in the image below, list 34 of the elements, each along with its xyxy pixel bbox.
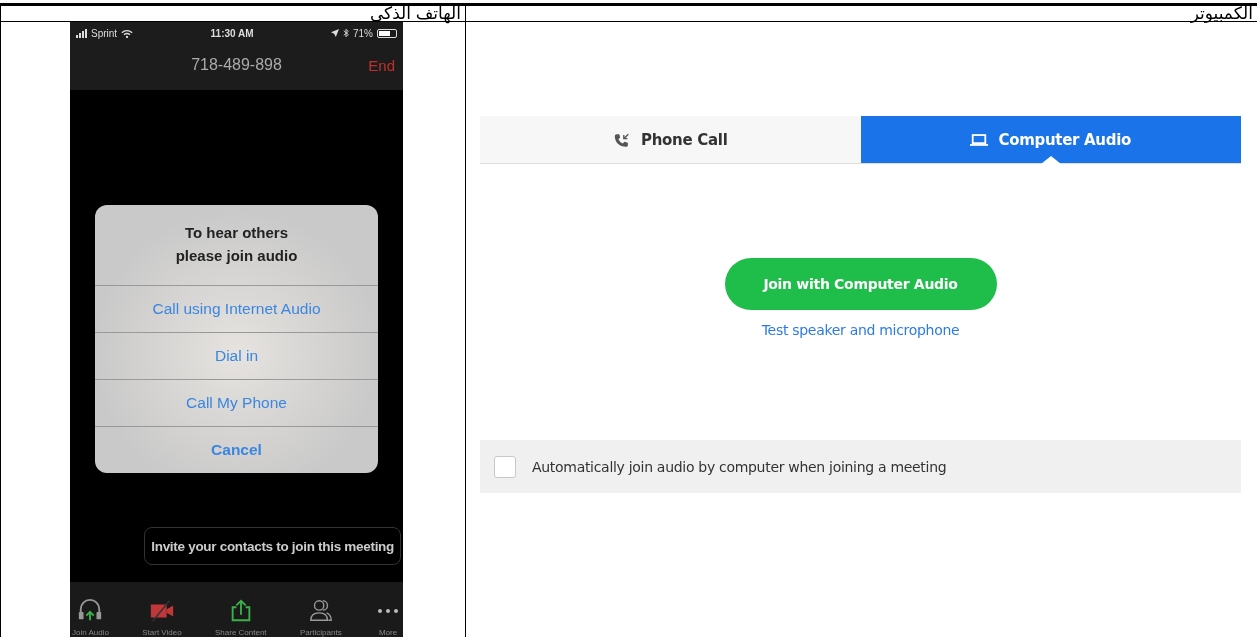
end-button[interactable]: End: [368, 56, 395, 74]
alert-option[interactable]: Dial in: [95, 333, 378, 380]
alert-option[interactable]: Cancel: [95, 427, 378, 473]
wifi-icon: [121, 28, 134, 38]
battery-percent: 71%: [353, 27, 373, 39]
location-arrow-icon: [331, 29, 339, 37]
bluetooth-icon: [343, 28, 349, 38]
status-time: 11:30 AM: [210, 27, 254, 39]
alert-option[interactable]: Call using Internet Audio: [95, 286, 378, 333]
carrier-name: Sprint: [91, 27, 118, 39]
toolbar-button[interactable]: Start Video: [142, 598, 182, 637]
test-link[interactable]: Test speaker and microphone: [761, 322, 960, 338]
toolbar-button[interactable]: Join Audio: [72, 598, 109, 637]
video-off-icon: [148, 598, 175, 624]
phone-icon: [613, 131, 631, 148]
laptop-icon: [970, 131, 989, 148]
tooltip: Invite your contacts to join this meeting: [144, 527, 401, 565]
toolbar-button[interactable]: Share Content: [215, 598, 267, 637]
tab[interactable]: Phone Call: [480, 116, 861, 163]
toolbar-button[interactable]: More: [375, 598, 401, 637]
tab-pointer: [1040, 156, 1061, 164]
join-button[interactable]: Join with Computer Audio: [724, 258, 997, 310]
signal-icon: [76, 28, 87, 38]
toolbar-button[interactable]: Participants: [299, 598, 342, 637]
column-header: الكمبيوتر: [465, 6, 1257, 22]
battery-icon: [377, 28, 397, 38]
more-icon: [378, 609, 398, 613]
people-icon: [307, 598, 334, 624]
checkbox-label: Automatically join audio by computer when joining a meeting: [532, 458, 947, 475]
checkbox[interactable]: [494, 455, 516, 478]
alert-title: To hear others please join audio: [95, 205, 378, 286]
tab[interactable]: Computer Audio: [860, 116, 1241, 163]
alert-option[interactable]: Call My Phone: [95, 380, 378, 427]
call-number: 718-489-898: [191, 56, 282, 74]
